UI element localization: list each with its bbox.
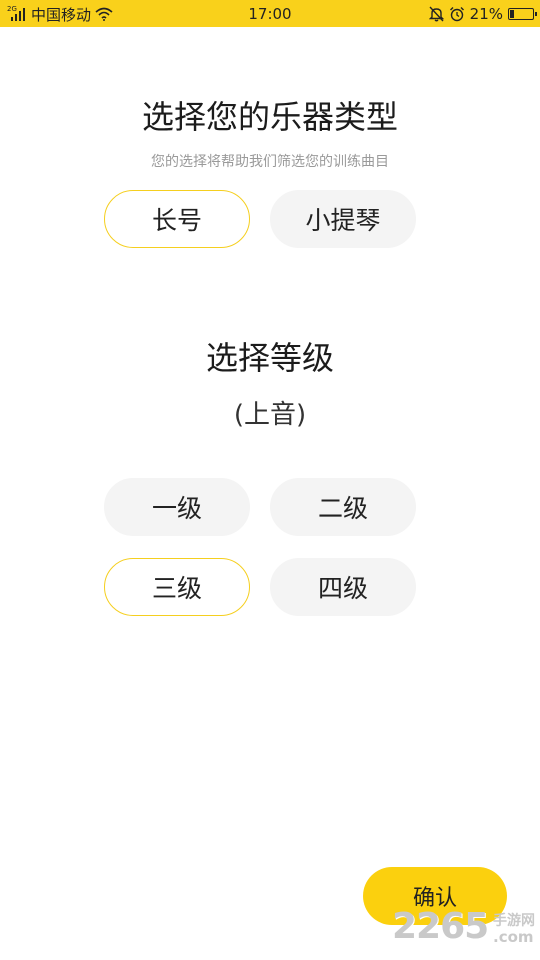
level-title: 选择等级 <box>205 339 334 377</box>
bell-muted-icon <box>428 6 444 22</box>
instrument-subtitle: 您的选择将帮助我们筛选您的训练曲目 <box>151 154 389 170</box>
level-subtitle: (上音) <box>233 400 307 430</box>
level-option-3[interactable]: 三级 <box>104 558 250 616</box>
instrument-title: 选择您的乐器类型 <box>141 98 398 136</box>
status-right: 21% <box>428 4 537 24</box>
battery-icon <box>508 8 537 20</box>
level-option-4[interactable]: 四级 <box>270 558 416 616</box>
watermark-logo: 2265 手游网 .com <box>392 906 537 952</box>
watermark-text: 手游网 <box>493 913 535 929</box>
battery-fill <box>510 10 514 18</box>
instrument-option-trombone[interactable]: 长号 <box>104 190 250 248</box>
alarm-clock-icon <box>449 7 464 22</box>
level-option-1[interactable]: 一级 <box>104 478 250 536</box>
status-bar: 2G 中国移动 17:00 21% <box>0 0 540 27</box>
battery-percent: 21% <box>469 5 503 23</box>
level-option-2[interactable]: 二级 <box>270 478 416 536</box>
watermark-number: 2265 <box>392 906 489 947</box>
instrument-option-violin[interactable]: 小提琴 <box>270 190 416 248</box>
watermark-suffix: .com <box>493 928 534 946</box>
